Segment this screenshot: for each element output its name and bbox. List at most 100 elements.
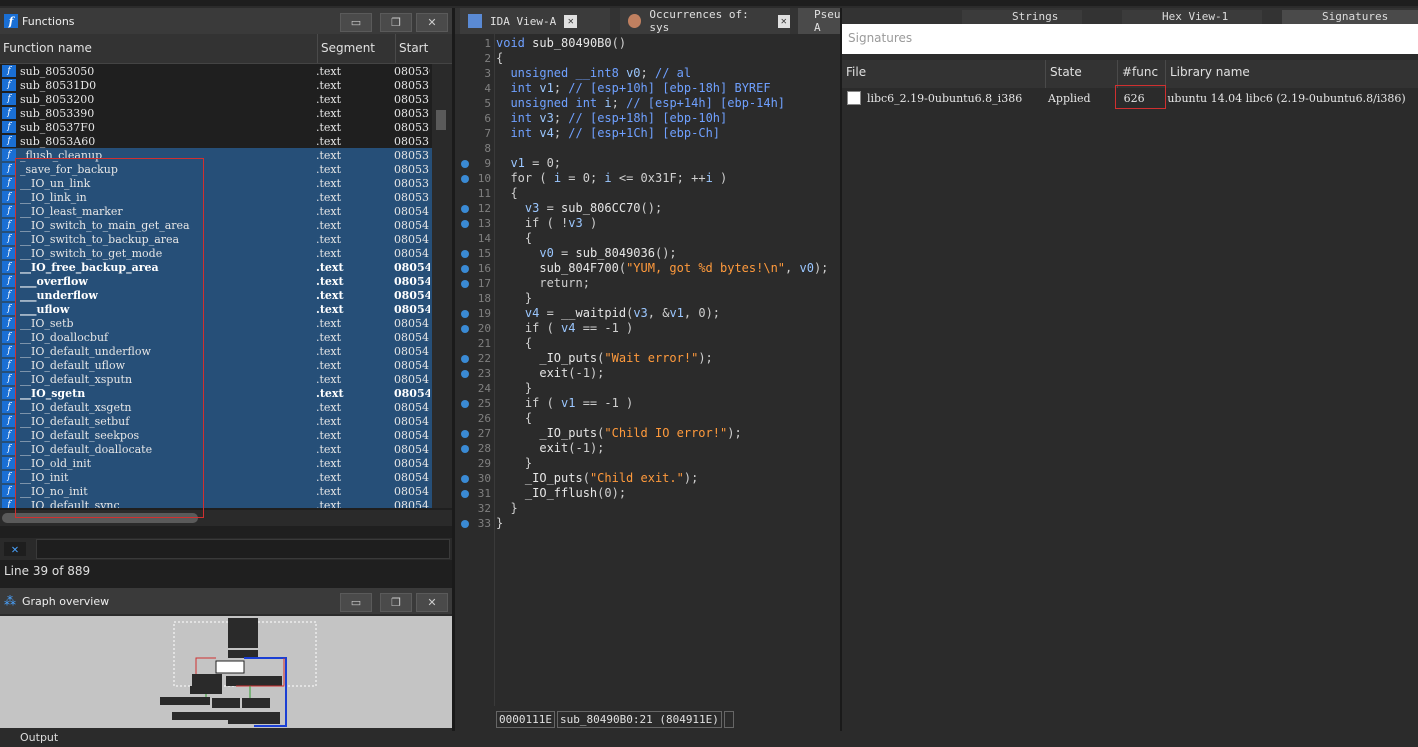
code-line[interactable]: 8 bbox=[455, 141, 840, 156]
code-line[interactable]: 9 v1 = 0; bbox=[455, 156, 840, 171]
breakpoint-dot-icon[interactable] bbox=[461, 490, 469, 498]
breakpoint-dot-icon[interactable] bbox=[461, 175, 469, 183]
code-line[interactable]: 21 { bbox=[455, 336, 840, 351]
line-number: 21 bbox=[477, 337, 491, 350]
code-text: v4 = __waitpid(v3, &v1, 0); bbox=[524, 306, 721, 320]
code-text: } bbox=[524, 456, 533, 470]
line-number: 3 bbox=[484, 67, 491, 80]
maximize-button[interactable]: ▭ bbox=[340, 593, 372, 612]
code-line[interactable]: 29 } bbox=[455, 456, 840, 471]
breakpoint-dot-icon[interactable] bbox=[461, 400, 469, 408]
code-line[interactable]: 30 _IO_puts("Child exit."); bbox=[455, 471, 840, 486]
column-header-state[interactable]: State bbox=[1046, 60, 1118, 88]
code-line[interactable]: 6 int v3; // [esp+18h] [ebp-10h] bbox=[455, 111, 840, 126]
table-row[interactable]: f sub_8053050 .text 080530 bbox=[0, 64, 432, 78]
column-header-start[interactable]: Start bbox=[396, 34, 452, 63]
function-start: 08054 bbox=[394, 232, 429, 246]
close-button[interactable]: ✕ bbox=[416, 13, 448, 32]
code-status-bar: 0000111E sub_80490B0:21 (804911E) bbox=[496, 711, 734, 728]
tab-occurrences[interactable]: Occurrences of: sys ✕ bbox=[620, 8, 790, 34]
table-row[interactable]: f sub_80537F0 .text 08053 bbox=[0, 120, 432, 134]
breakpoint-dot-icon[interactable] bbox=[461, 160, 469, 168]
breakpoint-dot-icon[interactable] bbox=[461, 325, 469, 333]
line-number: 32 bbox=[477, 502, 491, 515]
tab-pseudocode-a[interactable]: Pseudocode-A ✕ bbox=[798, 8, 840, 34]
code-line[interactable]: 20 if ( v4 == -1 ) bbox=[455, 321, 840, 336]
code-line[interactable]: 32 } bbox=[455, 501, 840, 516]
code-line[interactable]: 33} bbox=[455, 516, 840, 531]
function-icon: f bbox=[2, 65, 16, 77]
function-start: 08053 bbox=[394, 92, 429, 106]
code-line[interactable]: 4 int v1; // [esp+10h] [ebp-18h] BYREF bbox=[455, 81, 840, 96]
breakpoint-dot-icon[interactable] bbox=[461, 205, 469, 213]
column-header-func[interactable]: #func bbox=[1118, 60, 1166, 88]
table-row[interactable]: f sub_80531D0 .text 08053 bbox=[0, 78, 432, 92]
code-line[interactable]: 3 unsigned __int8 v0; // al bbox=[455, 66, 840, 81]
tab-ida-view-a[interactable]: IDA View-A ✕ bbox=[460, 8, 610, 34]
breakpoint-dot-icon[interactable] bbox=[461, 445, 469, 453]
code-line[interactable]: 26 { bbox=[455, 411, 840, 426]
code-line[interactable]: 24 } bbox=[455, 381, 840, 396]
code-line[interactable]: 7 int v4; // [esp+1Ch] [ebp-Ch] bbox=[455, 126, 840, 141]
code-line[interactable]: 10 for ( i = 0; i <= 0x31F; ++i ) bbox=[455, 171, 840, 186]
function-icon: f bbox=[2, 79, 16, 91]
code-line[interactable]: 25 if ( v1 == -1 ) bbox=[455, 396, 840, 411]
maximize-button[interactable]: ▭ bbox=[340, 13, 372, 32]
vertical-scrollbar[interactable] bbox=[432, 64, 452, 508]
breakpoint-dot-icon[interactable] bbox=[461, 265, 469, 273]
line-number: 2 bbox=[484, 52, 491, 65]
column-header-function-name[interactable]: Function name bbox=[0, 34, 318, 63]
breakpoint-dot-icon[interactable] bbox=[461, 220, 469, 228]
code-line[interactable]: 2{ bbox=[455, 51, 840, 66]
breakpoint-dot-icon[interactable] bbox=[461, 310, 469, 318]
line-number: 6 bbox=[484, 112, 491, 125]
code-line[interactable]: 31 _IO_fflush(0); bbox=[455, 486, 840, 501]
breakpoint-dot-icon[interactable] bbox=[461, 520, 469, 528]
code-line[interactable]: 16 sub_804F700("YUM, got %d bytes!\n", v… bbox=[455, 261, 840, 276]
restore-button[interactable]: ❐ bbox=[380, 593, 412, 612]
function-segment: .text bbox=[316, 260, 344, 274]
code-line[interactable]: 1 void sub_80490B0() bbox=[455, 36, 840, 51]
code-line[interactable]: 14 { bbox=[455, 231, 840, 246]
restore-button[interactable]: ❐ bbox=[380, 13, 412, 32]
close-filter-icon[interactable]: ✕ bbox=[4, 542, 26, 556]
breakpoint-dot-icon[interactable] bbox=[461, 430, 469, 438]
column-header-file[interactable]: File bbox=[842, 60, 1046, 88]
code-line[interactable]: 28 exit(-1); bbox=[455, 441, 840, 456]
function-segment: .text bbox=[316, 288, 344, 302]
table-row[interactable]: f sub_8053200 .text 08053 bbox=[0, 92, 432, 106]
breakpoint-dot-icon[interactable] bbox=[461, 475, 469, 483]
code-line[interactable]: 12 v3 = sub_806CC70(); bbox=[455, 201, 840, 216]
code-line[interactable]: 11 { bbox=[455, 186, 840, 201]
code-line[interactable]: 13 if ( !v3 ) bbox=[455, 216, 840, 231]
code-line[interactable]: 22 _IO_puts("Wait error!"); bbox=[455, 351, 840, 366]
column-header-library-name[interactable]: Library name bbox=[1166, 60, 1418, 88]
table-row[interactable]: f sub_8053A60 .text 08053 bbox=[0, 134, 432, 148]
code-line[interactable]: 19 v4 = __waitpid(v3, &v1, 0); bbox=[455, 306, 840, 321]
code-line[interactable]: 27 _IO_puts("Child IO error!"); bbox=[455, 426, 840, 441]
code-line[interactable]: 17 return; bbox=[455, 276, 840, 291]
code-line[interactable]: 23 exit(-1); bbox=[455, 366, 840, 381]
column-header-segment[interactable]: Segment bbox=[318, 34, 396, 63]
breakpoint-dot-icon[interactable] bbox=[461, 250, 469, 258]
code-line[interactable]: 5 unsigned int i; // [esp+14h] [ebp-14h] bbox=[455, 96, 840, 111]
function-segment: .text bbox=[316, 456, 342, 470]
table-row[interactable]: f sub_8053390 .text 08053 bbox=[0, 106, 432, 120]
code-text: _IO_puts("Wait error!"); bbox=[539, 351, 713, 365]
close-button[interactable]: ✕ bbox=[416, 593, 448, 612]
breakpoint-dot-icon[interactable] bbox=[461, 355, 469, 363]
code-text: _IO_puts("Child IO error!"); bbox=[539, 426, 742, 440]
function-start: 08054 bbox=[394, 218, 429, 232]
code-line[interactable]: 15 v0 = sub_8049036(); bbox=[455, 246, 840, 261]
close-tab-icon[interactable]: ✕ bbox=[564, 14, 578, 28]
code-text: _IO_puts("Child exit."); bbox=[524, 471, 699, 485]
scrollbar-thumb[interactable] bbox=[436, 110, 446, 130]
function-start: 08053 bbox=[394, 106, 429, 120]
close-tab-icon[interactable]: ✕ bbox=[777, 14, 790, 28]
breakpoint-dot-icon[interactable] bbox=[461, 370, 469, 378]
breakpoint-dot-icon[interactable] bbox=[461, 280, 469, 288]
filter-input[interactable] bbox=[36, 539, 450, 559]
function-segment: .text bbox=[316, 92, 342, 106]
graph-overview-canvas[interactable] bbox=[0, 616, 452, 728]
code-line[interactable]: 18 } bbox=[455, 291, 840, 306]
